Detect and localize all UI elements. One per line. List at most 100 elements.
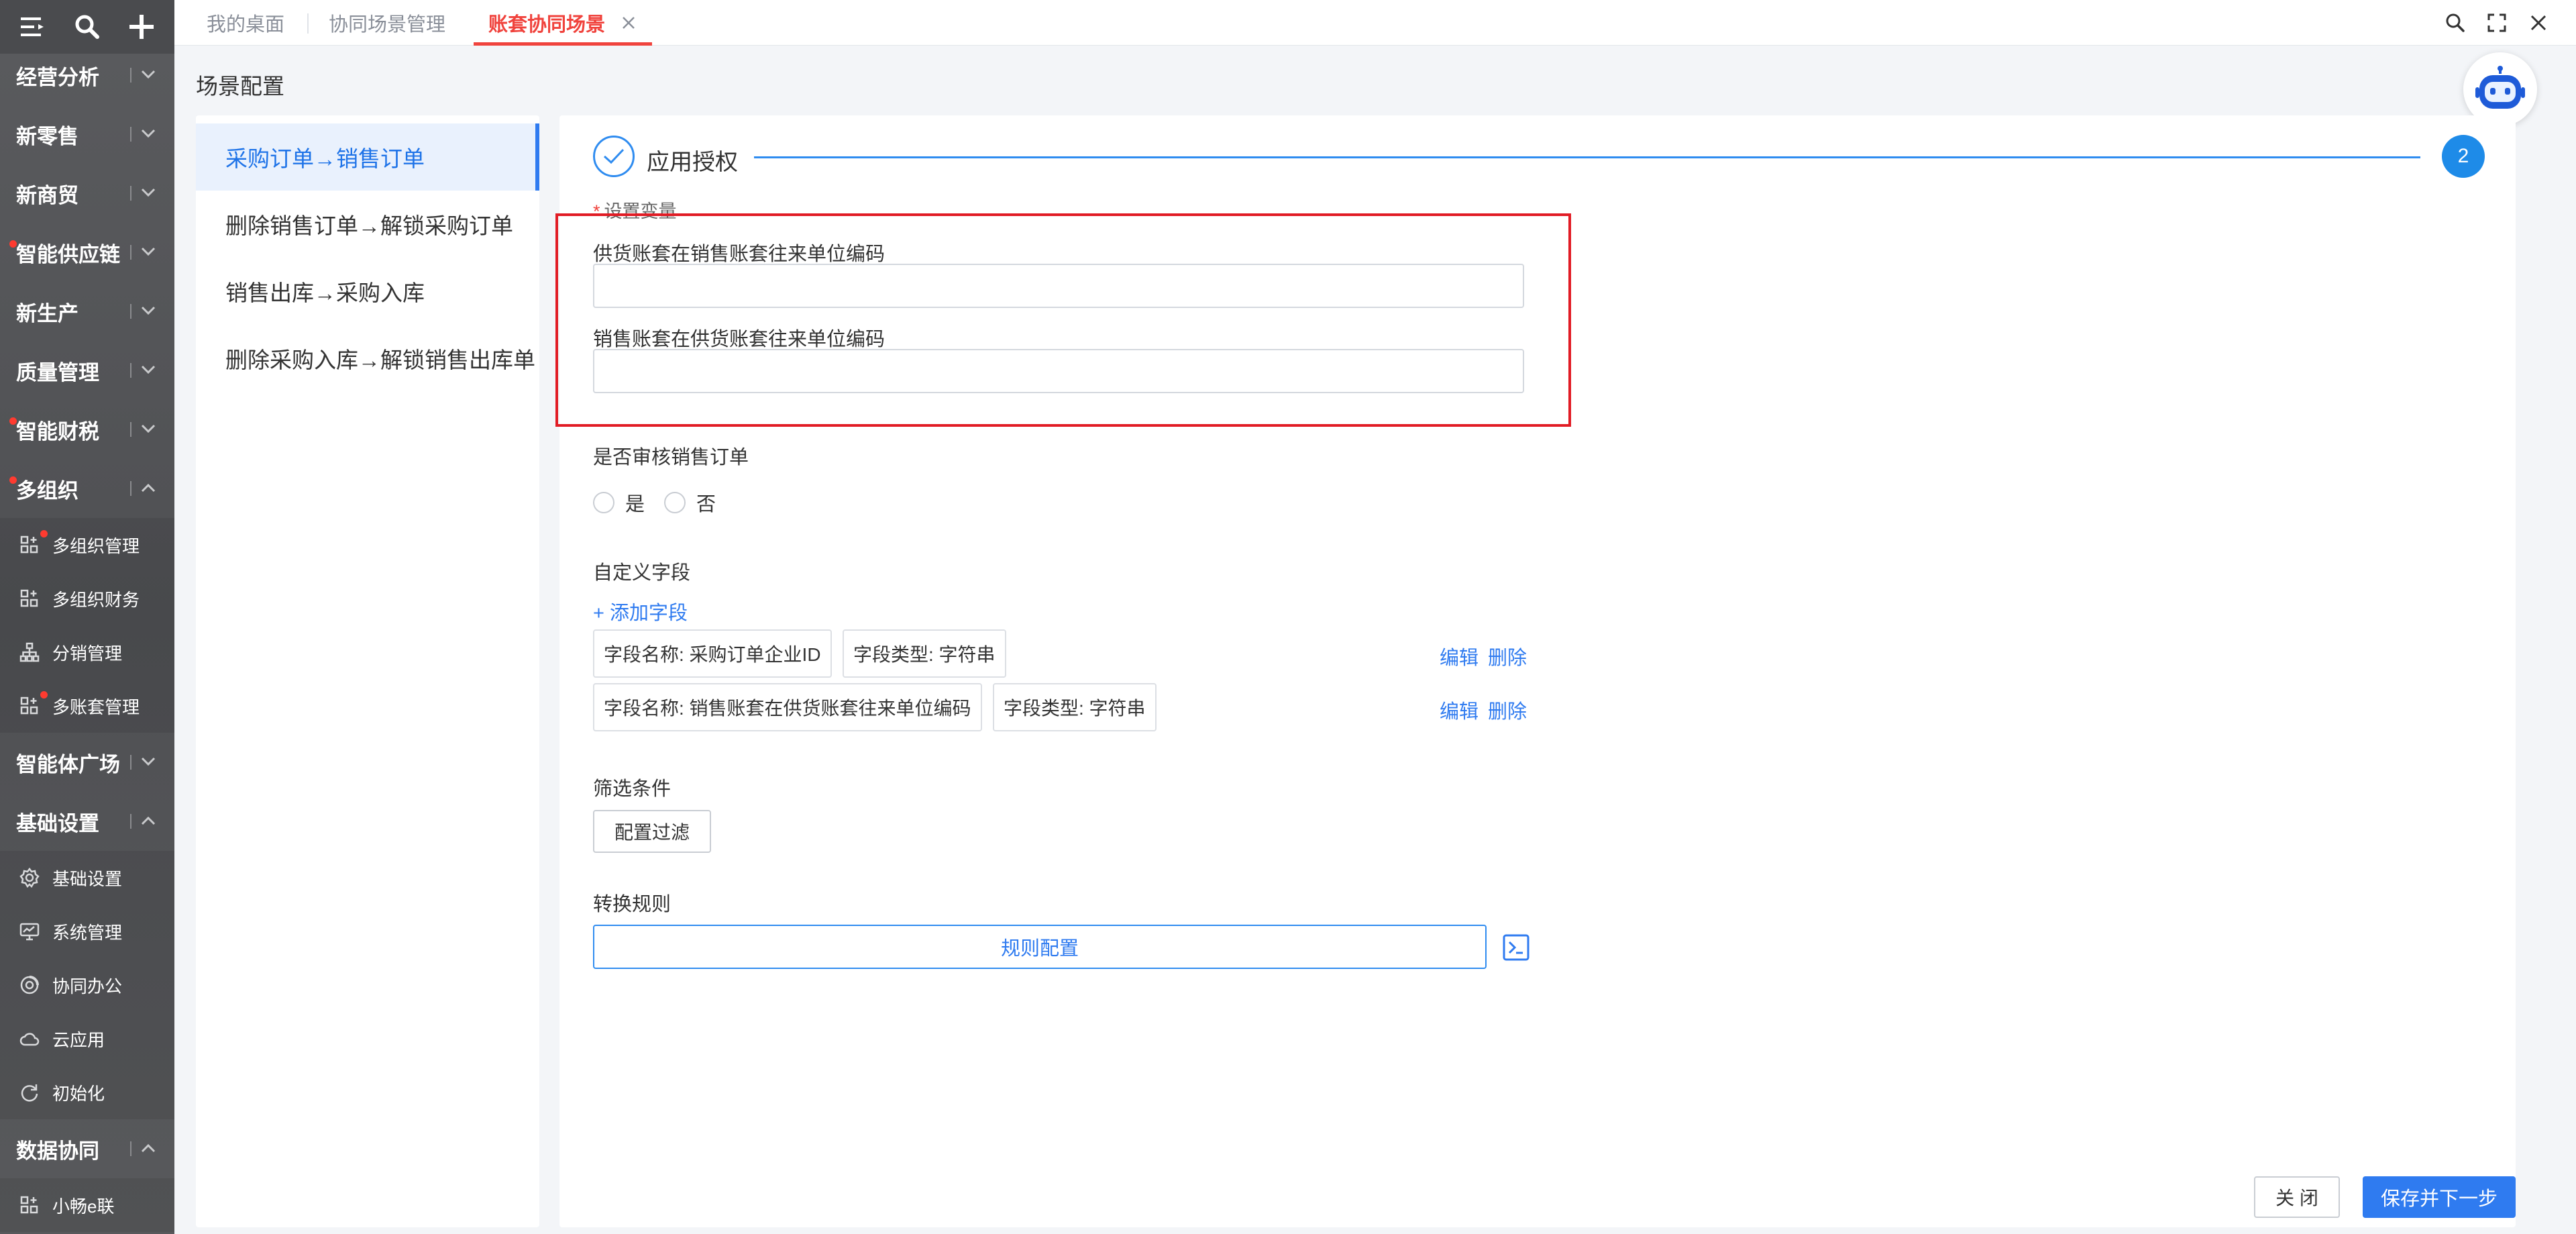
notification-dot — [9, 476, 17, 484]
sidebar-group-label: 经营分析 — [16, 65, 99, 89]
sidebar-item[interactable]: 多组织财务 — [0, 572, 174, 625]
tab-close-icon[interactable] — [620, 14, 637, 32]
highlight-annotation-box — [555, 213, 1571, 427]
search-icon[interactable] — [2440, 8, 2470, 38]
divider — [130, 422, 131, 437]
sidebar-item[interactable]: 系统管理 — [0, 905, 174, 958]
step-progress-line — [754, 156, 2420, 158]
fullscreen-icon[interactable] — [2482, 8, 2512, 38]
step1-check-icon — [593, 136, 635, 177]
notification-dot — [40, 691, 48, 699]
divider — [130, 1141, 131, 1156]
filter-label: 筛选条件 — [593, 778, 672, 800]
monitor-icon — [17, 919, 42, 943]
sidebar-item[interactable]: 基础设置 — [0, 851, 174, 905]
audit-no-radio[interactable]: 否 — [664, 489, 716, 517]
scenario-item[interactable]: 销售出库→采购入库 — [196, 258, 539, 325]
sidebar-item[interactable]: 分销管理 — [0, 625, 174, 679]
notification-dot — [40, 530, 48, 537]
sidebar-group[interactable]: 数据协同 — [0, 1119, 174, 1178]
close-button[interactable]: 关 闭 — [2254, 1176, 2340, 1218]
tab-collab-scene-management[interactable]: 协同场景管理 — [314, 0, 460, 46]
radio-label: 是 — [625, 494, 645, 515]
scenario-item[interactable]: 删除销售订单→解锁采购订单 — [196, 191, 539, 258]
edit-field-link[interactable]: 编辑 — [1440, 696, 1479, 724]
sidebar-group-label: 智能体广场 — [16, 752, 120, 776]
chevron-up-icon[interactable] — [140, 812, 157, 829]
divider — [130, 755, 131, 770]
sidebar-item-label: 系统管理 — [52, 922, 123, 943]
sidebar-group[interactable]: 经营分析 — [0, 46, 174, 105]
sidebar-group[interactable]: 新商贸 — [0, 164, 174, 223]
step2-indicator[interactable]: 2 — [2442, 135, 2485, 178]
rule-config-button[interactable]: 规则配置 — [593, 925, 1487, 969]
audit-label: 是否审核销售订单 — [593, 447, 749, 468]
chevron-down-icon[interactable] — [140, 420, 157, 438]
cloud-icon — [17, 1027, 42, 1051]
sidebar-group-label: 新生产 — [16, 301, 78, 325]
sidebar-item[interactable]: 多账套管理 — [0, 679, 174, 733]
plus-icon[interactable] — [123, 9, 160, 45]
tab-my-desktop[interactable]: 我的桌面 — [192, 0, 299, 46]
sidebar-item[interactable]: 云应用 — [0, 1012, 174, 1066]
divider — [130, 814, 131, 829]
sidebar-item-label: 云应用 — [52, 1029, 105, 1050]
add-field-link[interactable]: + 添加字段 — [593, 597, 688, 625]
close-icon[interactable] — [2524, 8, 2553, 38]
sidebar-group[interactable]: 质量管理 — [0, 341, 174, 400]
chevron-down-icon[interactable] — [140, 361, 157, 378]
console-icon[interactable] — [1503, 934, 1529, 961]
chevron-down-icon[interactable] — [140, 125, 157, 142]
field-name-tag: 字段名称: 销售账套在供货账套往来单位编码 — [593, 683, 982, 731]
scenario-item[interactable]: 删除采购入库→解锁销售出库单 — [196, 325, 539, 392]
notification-dot — [9, 417, 17, 425]
sidebar-group[interactable]: 多组织 — [0, 459, 174, 518]
sidebar-group[interactable]: 基础设置 — [0, 792, 174, 851]
sidebar-menu: 经营分析新零售 新商贸智能供应链新生产质量管理智能财税 多组织 多组织管理多组织财务分… — [0, 46, 174, 1232]
chevron-down-icon[interactable] — [140, 66, 157, 83]
sidebar-group[interactable]: 新零售 — [0, 105, 174, 164]
module-icon — [17, 586, 42, 611]
sidebar-item-label: 小畅e联 — [52, 1196, 115, 1217]
sidebar-item-label: 多组织财务 — [52, 589, 140, 610]
sidebar-item[interactable]: 多组织管理 — [0, 518, 174, 572]
save-next-button[interactable]: 保存并下一步 — [2363, 1176, 2516, 1218]
sidebar-item[interactable]: 初始化 — [0, 1066, 174, 1119]
delete-field-link[interactable]: 删除 — [1488, 642, 1527, 670]
sidebar-item-label: 分销管理 — [52, 643, 123, 664]
chevron-down-icon[interactable] — [140, 753, 157, 770]
radio-circle — [664, 492, 686, 513]
sidebar-group-label: 数据协同 — [16, 1139, 99, 1163]
sidebar-group[interactable]: 智能财税 — [0, 400, 174, 459]
tab-account-collab-scene[interactable]: 账套协同场景 — [474, 0, 653, 46]
chevron-down-icon[interactable] — [140, 302, 157, 319]
chevron-down-icon[interactable] — [140, 184, 157, 201]
divider — [130, 68, 131, 83]
chevron-up-icon[interactable] — [140, 1139, 157, 1157]
sidebar-item[interactable]: 协同办公 — [0, 958, 174, 1012]
menu-icon[interactable] — [15, 9, 51, 45]
sidebar-group-label: 智能供应链 — [16, 242, 120, 266]
radio-circle — [593, 492, 614, 513]
reset-icon — [17, 1080, 42, 1104]
delete-field-link[interactable]: 删除 — [1488, 696, 1527, 724]
chevron-up-icon[interactable] — [140, 479, 157, 497]
field-type-tag: 字段类型: 字符串 — [843, 629, 1006, 678]
audit-yes-radio[interactable]: 是 — [593, 489, 645, 517]
org-tree-icon — [17, 640, 42, 664]
sidebar-item-label: 多账套管理 — [52, 697, 140, 717]
scenario-list-panel: 采购订单→销售订单 删除销售订单→解锁采购订单 销售出库→采购入库 删除采购入库→解锁… — [196, 115, 539, 1227]
divider — [130, 186, 131, 201]
search-icon[interactable] — [69, 9, 105, 45]
sidebar-item[interactable]: 小畅e联 — [0, 1178, 174, 1232]
chevron-down-icon[interactable] — [140, 243, 157, 260]
sidebar-group[interactable]: 智能供应链 — [0, 223, 174, 282]
sidebar-group-label: 质量管理 — [16, 360, 99, 384]
scenario-item[interactable]: 采购订单→销售订单 — [196, 123, 539, 191]
edit-field-link[interactable]: 编辑 — [1440, 642, 1479, 670]
config-filter-button[interactable]: 配置过滤 — [593, 810, 711, 853]
sidebar-group[interactable]: 智能体广场 — [0, 733, 174, 792]
sidebar-item-label: 初始化 — [52, 1083, 105, 1104]
sidebar-group[interactable]: 新生产 — [0, 282, 174, 341]
gear-icon — [17, 866, 42, 890]
